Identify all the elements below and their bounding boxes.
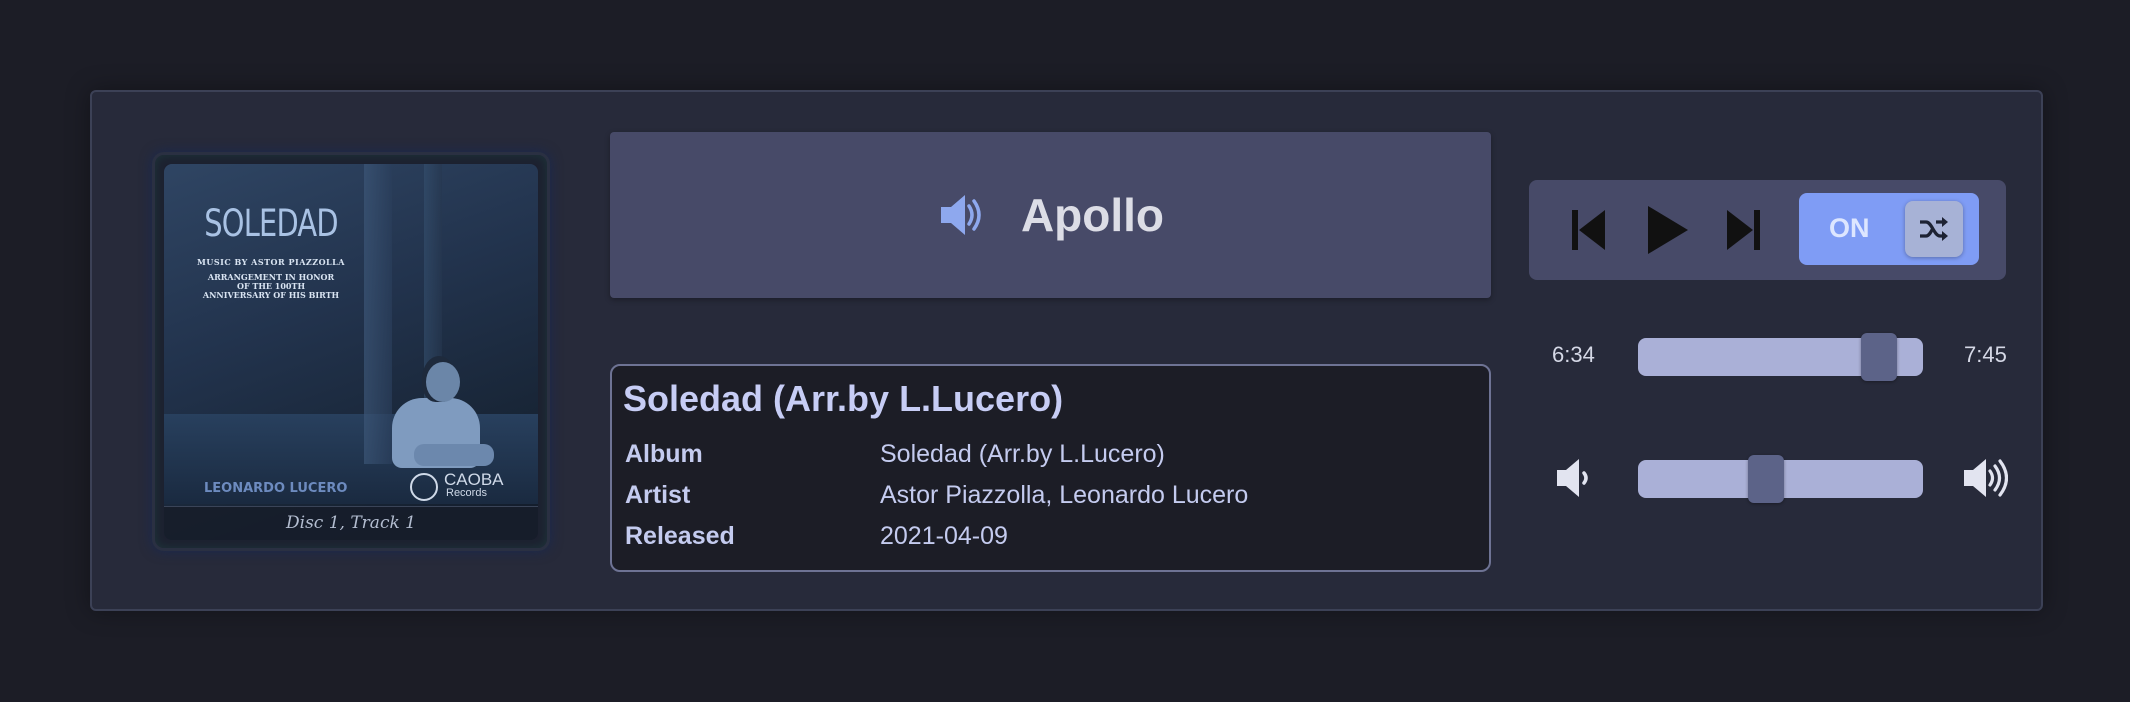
play-icon <box>1648 206 1688 254</box>
art-artist-text: LEONARDO LUCERO <box>204 481 348 496</box>
metadata-key: Released <box>625 522 735 550</box>
shuffle-state-label: ON <box>1829 213 1870 243</box>
player-panel: SOLEDAD MUSIC BY ASTOR PIAZZOLLA ARRANGE… <box>90 90 2043 611</box>
art-figure <box>414 444 494 466</box>
track-title: Soledad (Arr.by L.Lucero) <box>623 378 1064 419</box>
disc-track-caption: Disc 1, Track 1 <box>164 506 538 540</box>
volume-high-icon[interactable] <box>1960 456 2008 500</box>
shuffle-toggle[interactable]: ON <box>1799 193 1979 265</box>
progress-slider[interactable] <box>1638 333 1923 381</box>
art-title: SOLEDAD <box>204 202 338 245</box>
shuffle-icon <box>1920 217 1948 241</box>
art-figure <box>426 362 460 402</box>
art-arrangement: ARRANGEMENT IN HONOR OF THE 100TH ANNIVE… <box>202 272 340 300</box>
metadata-value: 2021-04-09 <box>880 522 1008 550</box>
previous-button[interactable] <box>1559 202 1619 258</box>
volume-low-icon[interactable] <box>1553 456 1601 500</box>
art-pillar <box>364 164 392 464</box>
elapsed-time: 6:34 <box>1552 342 1595 367</box>
volume-slider[interactable] <box>1638 455 1923 503</box>
station-header: Apollo <box>610 132 1491 298</box>
art-label: CAOBA Records <box>444 470 504 499</box>
metadata-row-released: Released 2021-04-09 <box>622 516 1479 557</box>
art-music-by: MUSIC BY ASTOR PIAZZOLLA <box>196 257 346 267</box>
album-art: SOLEDAD MUSIC BY ASTOR PIAZZOLLA ARRANGE… <box>164 164 538 540</box>
volume-slider-thumb[interactable] <box>1748 455 1784 503</box>
shuffle-toggle-knob[interactable] <box>1905 201 1963 257</box>
speaker-icon <box>940 195 981 235</box>
total-time: 7:45 <box>1964 342 2007 367</box>
metadata-value: Soledad (Arr.by L.Lucero) <box>880 440 1165 468</box>
transport-controls: ON <box>1529 180 2006 280</box>
station-name: Apollo <box>1020 189 1165 241</box>
metadata-row-album: Album Soledad (Arr.by L.Lucero) <box>622 434 1479 475</box>
skip-next-icon <box>1727 210 1760 250</box>
album-art-frame: SOLEDAD MUSIC BY ASTOR PIAZZOLLA ARRANGE… <box>152 152 550 551</box>
metadata-key: Album <box>625 440 703 468</box>
skip-previous-icon <box>1572 210 1605 250</box>
progress-slider-thumb[interactable] <box>1861 333 1897 381</box>
metadata-value: Astor Piazzolla, Leonardo Lucero <box>880 481 1249 509</box>
track-metadata: Album Soledad (Arr.by L.Lucero) Artist A… <box>622 434 1479 557</box>
metadata-row-artist: Artist Astor Piazzolla, Leonardo Lucero <box>622 475 1479 516</box>
label-logo-icon <box>410 473 438 501</box>
next-button[interactable] <box>1713 202 1773 258</box>
metadata-key: Artist <box>625 481 691 509</box>
track-info: Soledad (Arr.by L.Lucero) Album Soledad … <box>610 364 1491 572</box>
play-button[interactable] <box>1636 202 1696 258</box>
